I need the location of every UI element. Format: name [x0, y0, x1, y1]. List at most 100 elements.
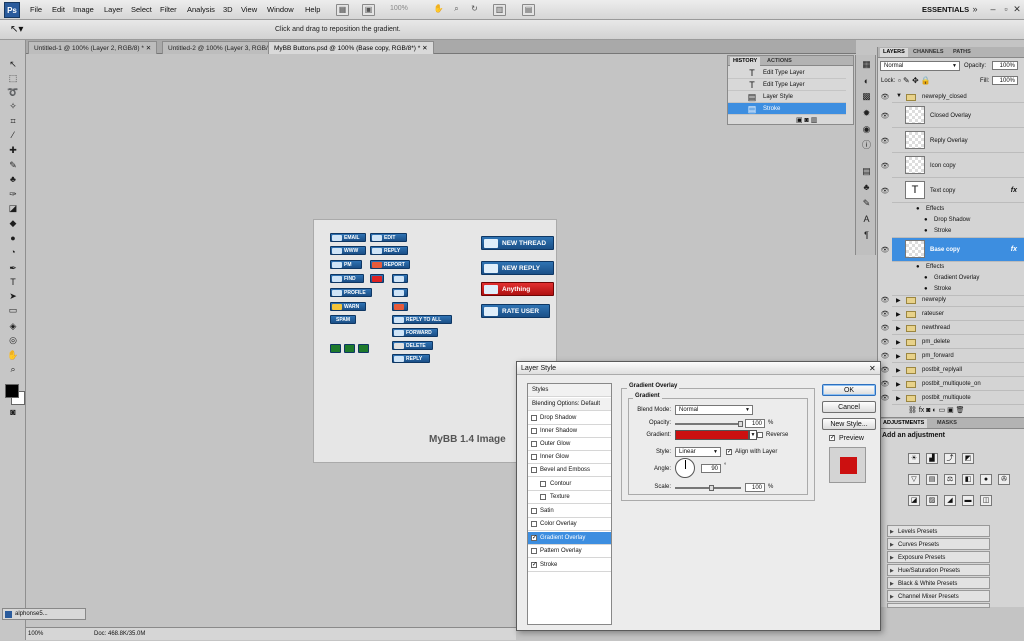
healing-brush-icon[interactable]: ✚ — [6, 144, 20, 157]
checkbox-checked[interactable]: ✓ — [531, 535, 537, 541]
layer-group-newreply[interactable]: 👁 ▶ newreply — [881, 294, 1024, 307]
angle-value[interactable]: 90 — [701, 464, 721, 473]
pen-tool-icon[interactable]: ✒ — [6, 262, 20, 275]
layer-group-postbit-multiquote[interactable]: 👁 ▶ postbit_multiquote — [881, 392, 1024, 405]
character-dock-icon[interactable]: A — [860, 213, 873, 225]
effects-row[interactable]: ● Effects — [892, 204, 1024, 215]
checkbox[interactable] — [531, 521, 537, 527]
checkbox[interactable] — [531, 441, 537, 447]
arrange-documents-icon[interactable]: ▥ — [493, 4, 506, 16]
expand-icon[interactable]: » — [968, 3, 982, 16]
scale-value[interactable]: 100 — [745, 483, 765, 492]
effect-eye-icon[interactable]: ● — [924, 217, 928, 223]
gradient-map-icon[interactable]: ▬ — [962, 495, 974, 506]
crop-tool-icon[interactable]: ⌗ — [6, 115, 20, 128]
checkbox[interactable] — [531, 454, 537, 460]
history-row[interactable]: T Edit Type Layer — [728, 79, 846, 91]
close-icon[interactable]: ✕ — [1010, 3, 1024, 16]
menu-select[interactable]: Select — [131, 5, 152, 14]
eye-icon[interactable]: 👁 — [879, 137, 891, 145]
zoom-level[interactable]: 100% — [390, 5, 408, 12]
history-row-selected[interactable]: ▤ Stroke — [728, 103, 846, 115]
magic-wand-icon[interactable]: ✧ — [6, 100, 20, 113]
eye-icon[interactable]: 👁 — [879, 296, 891, 304]
screen-layout-icon[interactable]: ▤ — [522, 4, 535, 16]
shape-tool-icon[interactable]: ▭ — [6, 304, 20, 317]
threshold-icon[interactable]: ◢ — [944, 495, 956, 506]
zoom-tool-icon[interactable]: ⌕ — [6, 363, 20, 376]
hand-tool-icon[interactable]: ✋ — [6, 349, 20, 362]
gradient-style-select[interactable]: Linear — [675, 447, 721, 457]
angle-dial[interactable] — [675, 458, 695, 478]
eye-icon[interactable]: 👁 — [879, 352, 891, 360]
curves-icon[interactable]: ⤴ — [944, 453, 956, 464]
layer-group-pm-forward[interactable]: 👁 ▶ pm_forward — [881, 350, 1024, 363]
eye-icon[interactable]: 👁 — [879, 310, 891, 318]
paint-bucket-icon[interactable]: ◆ — [6, 217, 20, 230]
eye-icon[interactable]: 👁 — [879, 324, 891, 332]
clone-source-dock-icon[interactable]: ♣ — [860, 181, 873, 193]
style-inner-glow[interactable]: Inner Glow — [528, 451, 611, 464]
menu-view[interactable]: View — [241, 5, 257, 14]
menu-image[interactable]: Image — [73, 5, 94, 14]
eraser-icon[interactable]: ◪ — [6, 202, 20, 215]
layer-reply-overlay[interactable]: 👁 Reply Overlay — [881, 129, 1024, 153]
style-bevel-emboss[interactable]: Bevel and Emboss — [528, 464, 611, 477]
checkbox[interactable] — [531, 428, 537, 434]
minimize-icon[interactable]: – — [986, 3, 1000, 16]
layers-footer-icons[interactable]: ⛓ fx ◙ ◐ ▭ ▣ 🗑 — [908, 406, 965, 414]
checkbox[interactable] — [531, 508, 537, 514]
collapsed-arrow-icon[interactable]: ▶ — [896, 339, 901, 346]
cancel-button[interactable]: Cancel — [822, 401, 876, 413]
tab-adjustments[interactable]: ADJUSTMENTS — [880, 419, 928, 428]
menu-3d[interactable]: 3D — [223, 5, 233, 14]
history-row[interactable]: ▤ Layer Style — [728, 91, 846, 103]
collapsed-arrow-icon[interactable]: ▶ — [896, 395, 901, 402]
eye-icon[interactable]: 👁 — [879, 338, 891, 346]
tab-channels[interactable]: CHANNELS — [910, 48, 947, 57]
paragraph-dock-icon[interactable]: ¶ — [860, 229, 873, 241]
style-inner-shadow[interactable]: Inner Shadow — [528, 425, 611, 438]
color-balance-icon[interactable]: ⚖ — [944, 474, 956, 485]
style-contour[interactable]: Contour — [528, 478, 611, 491]
workspace-switcher[interactable]: ESSENTIALS — [922, 5, 969, 14]
checkbox[interactable] — [540, 481, 546, 487]
gradient-swatch[interactable] — [675, 430, 749, 440]
effect-gradient-overlay[interactable]: ● Gradient Overlay — [892, 273, 1024, 284]
menu-file[interactable]: File — [30, 5, 42, 14]
levels-icon[interactable]: ▟ — [926, 453, 938, 464]
brushes-dock-icon[interactable]: ✎ — [860, 197, 873, 209]
style-satin[interactable]: Satin — [528, 505, 611, 518]
style-stroke[interactable]: ✓ Stroke — [528, 559, 611, 572]
eye-icon[interactable]: 👁 — [879, 112, 891, 120]
tab-layers[interactable]: LAYERS — [880, 48, 908, 57]
preset-channel-mixer[interactable]: Channel Mixer Presets — [887, 590, 990, 603]
rotate-view-icon[interactable]: ↻ — [468, 4, 481, 16]
effect-eye-icon[interactable]: ● — [924, 275, 928, 281]
tab-history[interactable]: HISTORY — [730, 57, 761, 66]
color-dock-icon[interactable]: ◉ — [860, 123, 873, 135]
collapsed-arrow-icon[interactable]: ▶ — [896, 381, 901, 388]
collapsed-arrow-icon[interactable]: ▶ — [896, 353, 901, 360]
style-outer-glow[interactable]: Outer Glow — [528, 438, 611, 451]
invert-icon[interactable]: ◪ — [908, 495, 920, 506]
style-gradient-overlay-selected[interactable]: ✓ Gradient Overlay — [528, 532, 611, 545]
tab-masks[interactable]: MASKS — [934, 419, 960, 428]
eye-icon[interactable]: 👁 — [879, 246, 891, 254]
foreground-color-swatch[interactable] — [5, 384, 19, 398]
tool-presets-dock-icon[interactable]: ▤ — [860, 165, 873, 177]
channel-mixer-icon[interactable]: ✇ — [998, 474, 1010, 485]
effect-eye-icon[interactable]: ● — [924, 286, 928, 292]
lasso-tool-icon[interactable]: ➰ — [6, 86, 20, 99]
navigator-dock-icon[interactable]: ◐ — [860, 75, 873, 87]
checkbox-checked[interactable]: ✓ — [531, 562, 537, 568]
collapsed-arrow-icon[interactable]: ▶ — [896, 311, 901, 318]
opacity-value[interactable]: 100 — [745, 419, 765, 428]
style-pattern-overlay[interactable]: Pattern Overlay — [528, 545, 611, 558]
fx-icon[interactable]: fx — [1011, 246, 1017, 253]
dodge-tool-icon[interactable]: ◔ — [6, 246, 20, 259]
opacity-input[interactable]: 100% — [992, 61, 1018, 70]
vibrance-icon[interactable]: ▽ — [908, 474, 920, 485]
collapsed-arrow-icon[interactable]: ▶ — [896, 297, 901, 304]
new-style-button[interactable]: New Style... — [822, 418, 876, 430]
